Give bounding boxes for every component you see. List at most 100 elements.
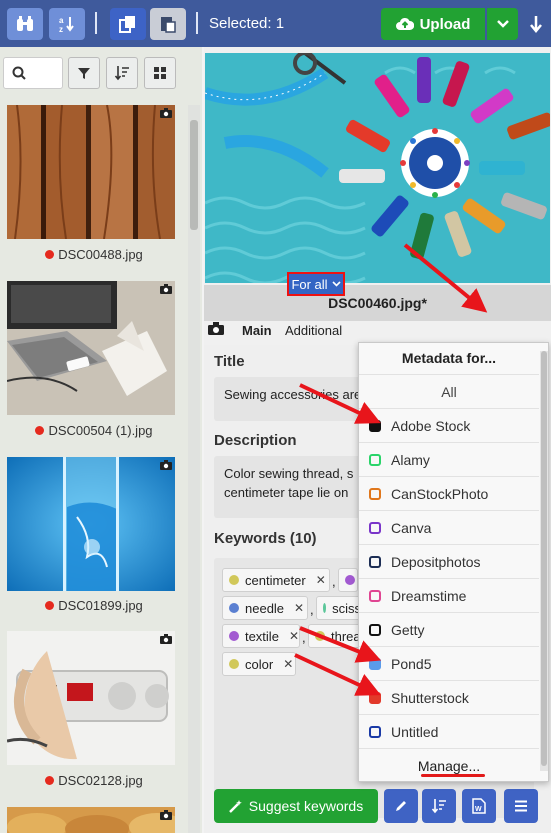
keyword-chip[interactable]: color ✕ — [222, 652, 296, 676]
menu-item-getty[interactable]: Getty — [359, 612, 539, 646]
hamburger-icon — [515, 800, 527, 812]
keyword-color-dot — [345, 575, 355, 585]
menu-item-alamy[interactable]: Alamy — [359, 442, 539, 476]
suggest-keywords-button[interactable]: Suggest keywords — [214, 789, 378, 823]
keyword-color-dot — [315, 631, 325, 641]
top-toolbar: az Selected: 1 Upload — [0, 0, 551, 47]
thumbnail-image[interactable] — [7, 807, 175, 833]
menu-item-all[interactable]: All — [359, 374, 539, 408]
filter-button[interactable] — [68, 57, 100, 89]
grid-view-button[interactable] — [144, 57, 176, 89]
thumbnail-image[interactable] — [7, 457, 175, 591]
svg-text:W: W — [475, 806, 482, 813]
keyword-chip[interactable]: textile ✕ — [222, 624, 300, 648]
tab-main[interactable]: Main — [238, 323, 276, 338]
sort-button[interactable] — [106, 57, 138, 89]
menu-scrollbar-thumb[interactable] — [541, 351, 547, 766]
for-all-dropdown[interactable]: For all — [287, 272, 345, 296]
thumbnail-image[interactable] — [7, 631, 175, 765]
color-swatch — [369, 623, 381, 636]
chevron-down-icon — [496, 20, 509, 28]
menu-item-manage[interactable]: Manage... — [359, 748, 539, 782]
grid-icon — [154, 67, 166, 79]
image-preview — [205, 53, 550, 283]
upload-dropdown-button[interactable] — [487, 8, 518, 40]
paste-button[interactable] — [150, 8, 186, 40]
menu-button[interactable] — [504, 789, 538, 823]
sort-az-icon: az — [59, 16, 74, 33]
manage-label: Manage... — [417, 757, 481, 774]
selected-count: Selected: 1 — [209, 15, 285, 32]
sort-az-button[interactable]: az — [49, 8, 85, 40]
menu-item-untitled[interactable]: Untitled — [359, 714, 539, 748]
color-swatch — [369, 521, 381, 534]
menu-item-dreamstime[interactable]: Dreamstime — [359, 578, 539, 612]
keyword-color-dot — [229, 603, 239, 613]
svg-text:a: a — [59, 16, 64, 25]
menu-item-label: CanStockPhoto — [391, 485, 489, 502]
keyword-text: centimeter — [245, 572, 306, 588]
preview-filename: DSC00460.jpg* — [204, 285, 551, 321]
remove-keyword-icon[interactable]: ✕ — [294, 601, 304, 615]
keyword-color-dot — [229, 659, 239, 669]
menu-scrollbar[interactable] — [540, 351, 548, 771]
keyword-chip[interactable] — [338, 568, 358, 592]
scrollbar-thumb[interactable] — [190, 120, 198, 230]
keyword-color-dot — [229, 631, 239, 641]
copy-button[interactable] — [110, 8, 146, 40]
menu-item-label: Depositphotos — [391, 553, 481, 570]
chevron-down-icon — [331, 281, 341, 287]
toolbar-separator — [196, 12, 198, 34]
thumbnail-panel: DSC00488.jpg DSC00504 (1).jpg DSC01899.j… — [0, 47, 202, 833]
camera-tab-icon[interactable] — [208, 322, 224, 335]
thumbnail-image[interactable] — [7, 281, 175, 415]
status-dot — [35, 426, 45, 435]
keywords-label: Keywords (10) — [214, 530, 317, 547]
keyword-separator: , — [302, 630, 306, 645]
menu-item-adobe-stock[interactable]: Adobe Stock — [359, 408, 539, 442]
menu-item-shutterstock[interactable]: Shutterstock — [359, 680, 539, 714]
menu-item-canva[interactable]: Canva — [359, 510, 539, 544]
menu-item-label: Canva — [391, 519, 432, 536]
keyword-chip[interactable]: needle ✕ — [222, 596, 308, 620]
suggest-label: Suggest keywords — [248, 798, 364, 814]
filename-text: DSC02128.jpg — [58, 773, 143, 788]
remove-keyword-icon[interactable]: ✕ — [289, 629, 299, 643]
sort-keywords-button[interactable] — [422, 789, 456, 823]
svg-text:z: z — [59, 25, 63, 33]
color-swatch — [369, 725, 381, 738]
metadata-for-menu: Metadata for... All Adobe Stock Alamy Ca… — [358, 342, 549, 782]
menu-item-depositphotos[interactable]: Depositphotos — [359, 544, 539, 578]
thumbnail-scrollbar[interactable] — [188, 105, 200, 833]
tab-additional[interactable]: Additional — [285, 323, 342, 338]
keyword-chip[interactable]: sciss — [316, 596, 362, 620]
word-export-button[interactable]: W — [462, 789, 496, 823]
keyword-chip[interactable]: threa — [308, 624, 362, 648]
edit-button[interactable] — [384, 789, 418, 823]
highlight-underline — [421, 774, 485, 777]
thumbnail-image[interactable] — [7, 105, 175, 239]
search-icon — [12, 66, 26, 80]
camera-icon — [160, 810, 172, 820]
search-input[interactable] — [3, 57, 63, 89]
thumbnail-filename: DSC00488.jpg — [0, 247, 188, 262]
binoculars-button[interactable] — [7, 8, 43, 40]
copy-icon — [119, 16, 135, 33]
camera-icon — [160, 108, 172, 118]
upload-label: Upload — [419, 15, 471, 33]
thumbnail-filename: DSC00504 (1).jpg — [0, 423, 188, 438]
download-button[interactable] — [524, 8, 548, 40]
upload-button[interactable]: Upload — [381, 8, 485, 40]
keyword-text: threa — [331, 628, 361, 644]
keyword-text: color — [245, 656, 274, 672]
keyword-chip[interactable]: centimeter ✕ — [222, 568, 330, 592]
metadata-tabs: Main Additional — [204, 317, 551, 345]
menu-item-pond5[interactable]: Pond5 — [359, 646, 539, 680]
remove-keyword-icon[interactable]: ✕ — [316, 573, 326, 587]
color-swatch — [369, 555, 381, 568]
menu-item-label: Pond5 — [391, 655, 432, 672]
color-swatch — [369, 487, 381, 500]
status-dot — [45, 250, 55, 259]
menu-item-canstockphoto[interactable]: CanStockPhoto — [359, 476, 539, 510]
remove-keyword-icon[interactable]: ✕ — [283, 657, 293, 671]
